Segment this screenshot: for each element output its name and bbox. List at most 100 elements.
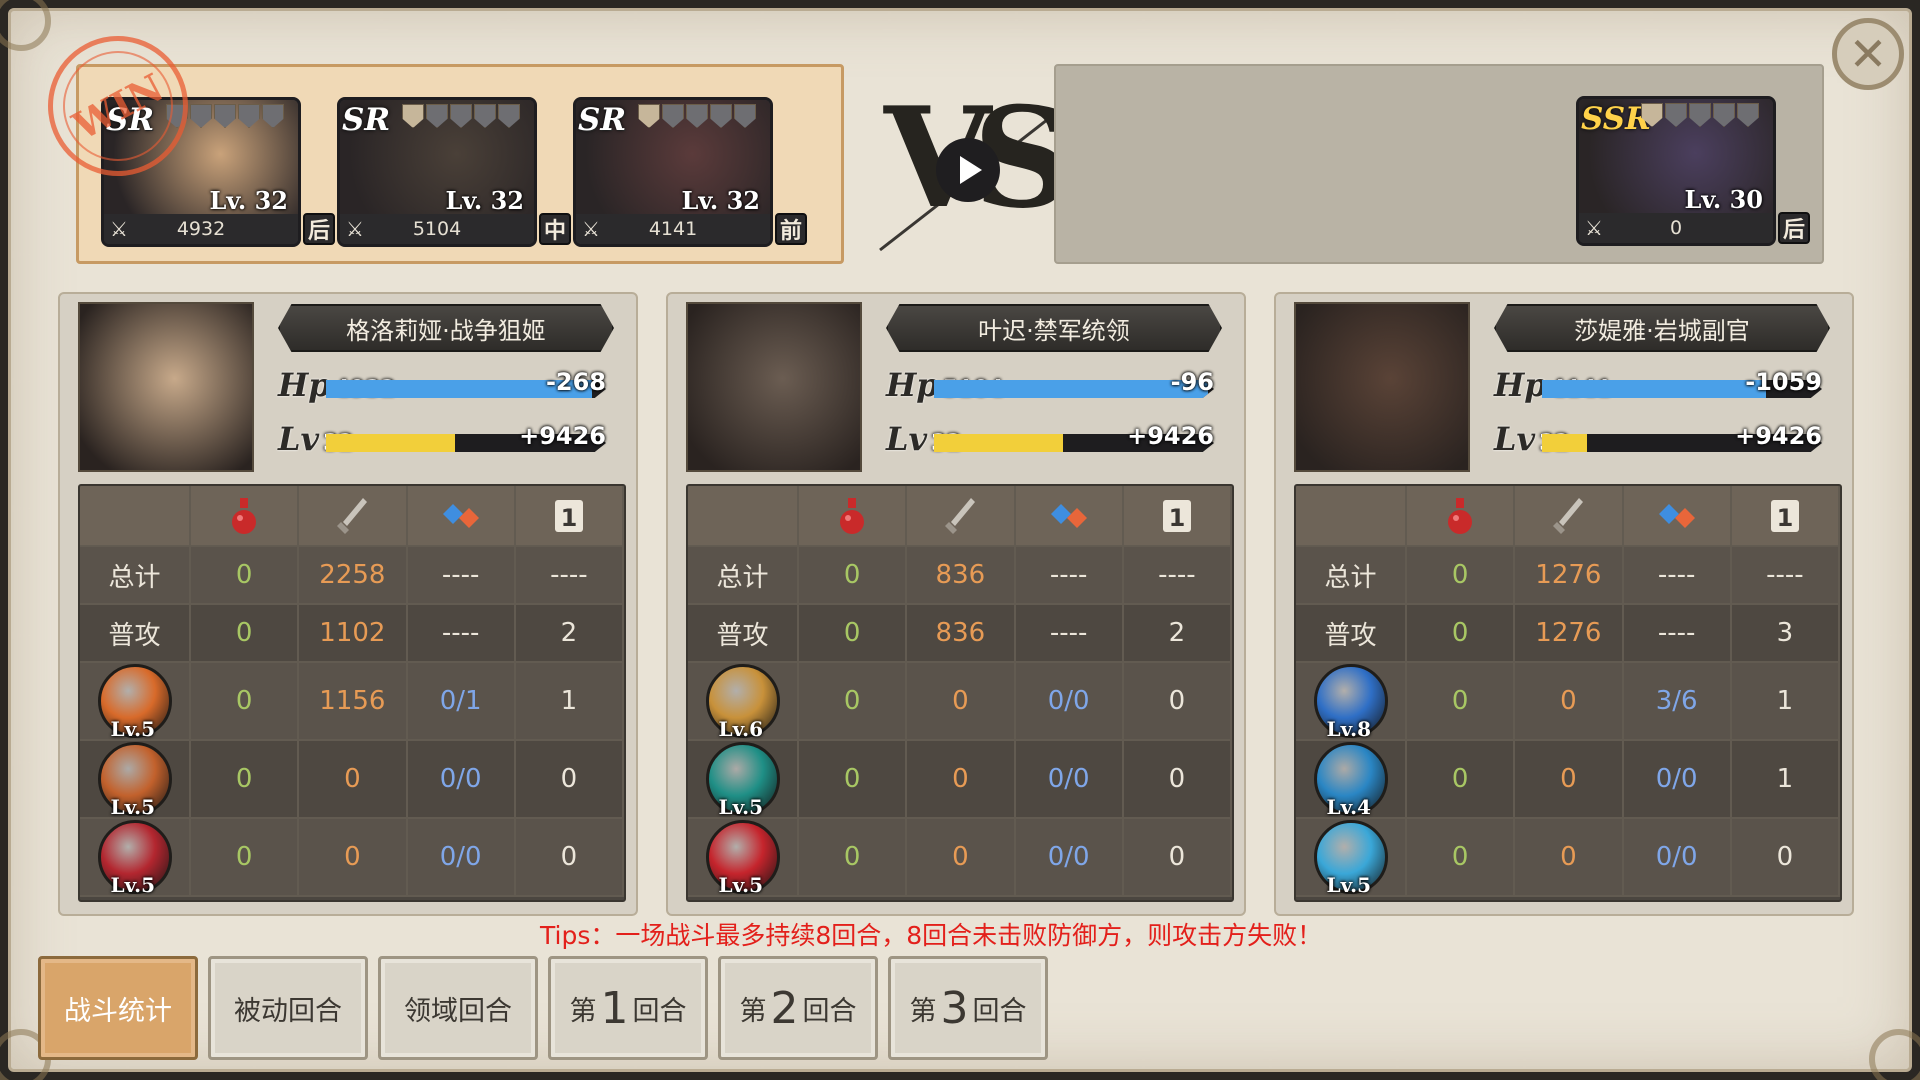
skill-level: Lv.5 <box>718 873 764 897</box>
damage-value: 1276 <box>1514 546 1624 605</box>
hero-name: 格洛莉娅·战争狙姬 <box>278 304 614 352</box>
star-icon <box>1641 103 1663 127</box>
close-button[interactable]: ✕ <box>1832 18 1904 90</box>
skill-icon[interactable]: Lv.4 <box>1313 742 1388 819</box>
skill-cell: Lv.5 <box>80 740 191 819</box>
damage-value: 836 <box>906 546 1016 605</box>
skill-icon[interactable]: Lv.8 <box>1313 664 1388 741</box>
stat-table: 1 总计 0 2258 ---- ---- 普攻 0 1102 ---- 2 L… <box>78 484 626 902</box>
star-icon <box>498 104 520 128</box>
star-rating <box>402 104 520 128</box>
table-header: 1 <box>80 486 624 547</box>
table-header: 1 <box>688 486 1232 547</box>
damage-value: 0 <box>906 662 1016 741</box>
hp-row: Hp5104 -96 <box>886 366 1226 406</box>
heal-value: 0 <box>1406 740 1516 819</box>
star-icon <box>214 104 236 128</box>
damage-value: 0 <box>1514 662 1624 741</box>
turn-icon: 1 <box>1770 499 1799 532</box>
skill-level: Lv.5 <box>110 795 156 819</box>
trigger-value: ---- <box>1622 604 1732 663</box>
tab-round-2[interactable]: 第 2 回合 <box>718 956 878 1060</box>
heal-value: 0 <box>190 662 300 741</box>
count-value: 0 <box>514 818 624 897</box>
star-icon <box>190 104 212 128</box>
hp-delta: -268 <box>545 368 606 396</box>
replay-play-button[interactable] <box>936 138 1000 202</box>
damage-value: 0 <box>1514 740 1624 819</box>
hero-level: Lv. 32 <box>209 186 288 215</box>
position-tag: 中 <box>539 213 571 245</box>
trigger-value: ---- <box>1622 546 1732 605</box>
star-icon <box>662 104 684 128</box>
vs-emblem: VS <box>874 78 1074 258</box>
row-label: 总计 <box>80 546 191 605</box>
hero-face <box>1294 302 1470 472</box>
hero-level: Lv. 32 <box>445 186 524 215</box>
skill-icon[interactable]: Lv.5 <box>97 820 172 897</box>
skill-icon[interactable]: Lv.5 <box>705 742 780 819</box>
heal-value: 0 <box>190 818 300 897</box>
skill-icon[interactable]: Lv.5 <box>97 742 172 819</box>
skill-icon[interactable]: Lv.6 <box>705 664 780 741</box>
tab-prefix: 第 <box>739 995 767 1027</box>
diamond-icon <box>1658 503 1695 528</box>
table-row: Lv.5 0 0 0/0 0 <box>80 740 624 819</box>
turn-icon: 1 <box>554 499 583 532</box>
exp-row: Lv32 +9426 <box>1494 420 1834 460</box>
hero-stat-panel: 格洛莉娅·战争狙姬 Hp4932 -268 Lv32 +9426 1 <box>58 292 638 916</box>
trigger-value: 0/0 <box>1014 740 1124 819</box>
diamond-icon <box>442 503 479 528</box>
hero-card[interactable]: SR Lv. 32 4141 ⚔ <box>573 97 773 247</box>
crossed-swords-icon: ⚔ <box>1585 216 1603 240</box>
skill-icon[interactable]: Lv.5 <box>97 664 172 741</box>
hero-card[interactable]: SSR Lv. 30 0 ⚔ <box>1576 96 1776 246</box>
table-header: 1 <box>1296 486 1840 547</box>
count-value: 1 <box>514 662 624 741</box>
star-icon <box>474 104 496 128</box>
tab-prefix: 第 <box>569 995 597 1027</box>
skill-cell: Lv.6 <box>688 662 799 741</box>
damage-value: 0 <box>298 740 408 819</box>
damage-value: 1276 <box>1514 604 1624 663</box>
row-label: 总计 <box>1296 546 1407 605</box>
exp-gain: +9426 <box>1127 422 1214 450</box>
potion-icon <box>840 497 865 534</box>
tab-round-1[interactable]: 第 1 回合 <box>548 956 708 1060</box>
damage-value: 0 <box>906 818 1016 897</box>
exp-row: Lv32 +9426 <box>278 420 618 460</box>
tab-1[interactable]: 被动回合 <box>208 956 368 1060</box>
row-label: 总计 <box>688 546 799 605</box>
skill-icon[interactable]: Lv.5 <box>1313 820 1388 897</box>
count-value: 0 <box>1122 740 1232 819</box>
heal-value: 0 <box>1406 662 1516 741</box>
star-icon <box>426 104 448 128</box>
count-value: ---- <box>1122 546 1232 605</box>
star-rating <box>638 104 756 128</box>
table-row: 普攻 0 1102 ---- 2 <box>80 604 624 663</box>
tab-0[interactable]: 战斗统计 <box>38 956 198 1060</box>
damage-value: 1102 <box>298 604 408 663</box>
tab-2[interactable]: 领域回合 <box>378 956 538 1060</box>
hero-card[interactable]: SR Lv. 32 5104 ⚔ <box>337 97 537 247</box>
trigger-value: ---- <box>406 546 516 605</box>
count-value: ---- <box>514 546 624 605</box>
crossed-swords-icon: ⚔ <box>582 217 600 241</box>
round-tabs: 战斗统计 被动回合 领域回合 第 1 回合 第 2 回合 第 3 回合 <box>38 956 1048 1060</box>
hero-stat-panel: 叶迟·禁军统领 Hp5104 -96 Lv32 +9426 1 总计 <box>666 292 1246 916</box>
hero-face <box>78 302 254 472</box>
star-rating <box>1641 103 1759 127</box>
tab-round-3[interactable]: 第 3 回合 <box>888 956 1048 1060</box>
svg-text:1: 1 <box>1169 504 1186 532</box>
table-row: Lv.5 0 1156 0/1 1 <box>80 662 624 741</box>
heal-value: 0 <box>190 604 300 663</box>
hp-row: Hp4932 -268 <box>278 366 618 406</box>
hp-row: Hp4141 -1059 <box>1494 366 1834 406</box>
skill-cell: Lv.5 <box>80 818 191 897</box>
star-icon <box>686 104 708 128</box>
table-row: Lv.5 0 0 0/0 0 <box>1296 818 1840 897</box>
skill-cell: Lv.5 <box>688 740 799 819</box>
tab-prefix: 第 <box>909 995 937 1027</box>
header-blank <box>1296 486 1407 547</box>
skill-icon[interactable]: Lv.5 <box>705 820 780 897</box>
